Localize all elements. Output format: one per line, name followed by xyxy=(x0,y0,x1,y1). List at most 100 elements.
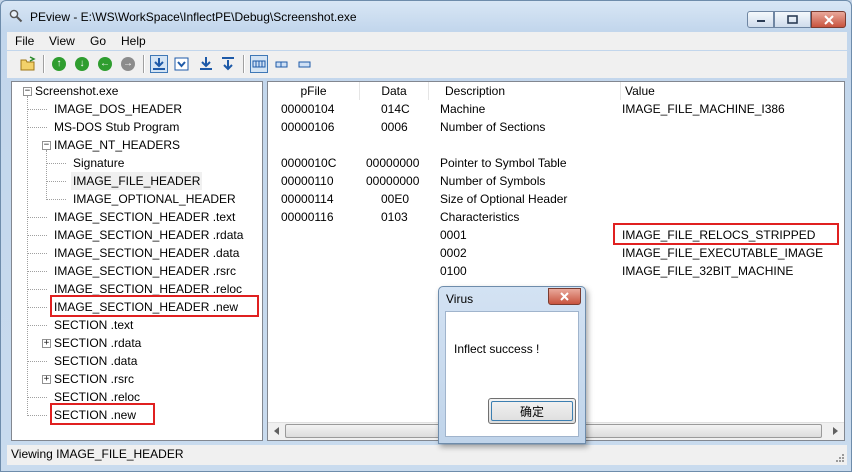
focus-ring xyxy=(491,401,573,421)
tree-item[interactable]: MS-DOS Stub Program xyxy=(52,118,181,136)
tree-line xyxy=(27,307,47,308)
view-bytes-icon[interactable] xyxy=(173,55,191,73)
tree-line xyxy=(27,415,47,416)
expand-icon[interactable]: + xyxy=(42,375,51,384)
scroll-left-icon[interactable] xyxy=(272,426,281,436)
tree-item[interactable]: SECTION .rsrc xyxy=(52,370,136,388)
view-small-icon[interactable] xyxy=(296,55,314,73)
tree-line xyxy=(27,361,47,362)
expand-icon[interactable]: + xyxy=(42,339,51,348)
cell-description: Characteristics xyxy=(440,210,520,224)
forward-icon[interactable]: ↓ xyxy=(73,55,91,73)
tree-line xyxy=(46,163,66,164)
view-hex-icon[interactable] xyxy=(150,55,168,73)
tree-item[interactable]: IMAGE_OPTIONAL_HEADER xyxy=(71,190,238,208)
cell-description: Number of Sections xyxy=(440,120,546,134)
menu-file[interactable]: File xyxy=(15,34,34,48)
tree-line xyxy=(46,181,66,182)
minimize-icon xyxy=(756,19,765,22)
cell-pfile: 0000010C xyxy=(281,156,337,170)
tree-line xyxy=(27,397,47,398)
close-icon xyxy=(823,14,834,25)
highlight-box xyxy=(50,403,155,425)
toolbar: ↑ ↓ ← → xyxy=(7,51,847,78)
tree-line xyxy=(27,96,28,416)
tree-item-selected[interactable]: IMAGE_FILE_HEADER xyxy=(71,172,203,190)
tree-line xyxy=(27,109,47,110)
column-header-description[interactable]: Description xyxy=(429,82,621,100)
window-title: PEview - E:\WS\WorkSpace\InflectPE\Debug… xyxy=(30,10,357,24)
cell-data: 00000000 xyxy=(366,174,420,188)
tree-item[interactable]: IMAGE_DOS_HEADER xyxy=(52,100,184,118)
back-icon[interactable]: ↑ xyxy=(50,55,68,73)
resize-grip-icon[interactable] xyxy=(834,452,845,463)
next-icon[interactable]: → xyxy=(119,55,137,73)
open-folder-icon[interactable] xyxy=(19,55,37,73)
status-text: Viewing IMAGE_FILE_HEADER xyxy=(11,447,184,461)
tree-item[interactable]: IMAGE_SECTION_HEADER .data xyxy=(52,244,241,262)
cell-data: 00E0 xyxy=(381,192,410,206)
tree-item[interactable]: SECTION .data xyxy=(52,352,139,370)
cell-pfile: 00000110 xyxy=(281,174,334,188)
collapse-icon[interactable]: − xyxy=(23,87,32,96)
view-dwords-icon[interactable] xyxy=(219,55,237,73)
menu-help[interactable]: Help xyxy=(121,34,146,48)
cell-value: IMAGE_FILE_MACHINE_I386 xyxy=(622,102,785,116)
close-button[interactable] xyxy=(811,11,846,28)
menu-bar: File View Go Help xyxy=(7,32,847,50)
minimize-button[interactable] xyxy=(747,11,774,28)
cell-pfile: 00000106 xyxy=(281,120,335,134)
tree-line xyxy=(27,289,47,290)
highlight-box xyxy=(50,295,259,317)
cell-data: 0006 xyxy=(381,120,408,134)
tree-line xyxy=(27,235,47,236)
collapse-icon[interactable]: − xyxy=(42,141,51,150)
magnifier-app-icon xyxy=(9,9,23,23)
dialog-close-button[interactable] xyxy=(548,288,581,305)
view-words-icon[interactable] xyxy=(197,55,215,73)
cell-data: 00000000 xyxy=(366,156,420,170)
tree-item[interactable]: SECTION .rdata xyxy=(52,334,143,352)
tree-item-root[interactable]: Screenshot.exe xyxy=(33,82,120,100)
tree-line xyxy=(27,217,47,218)
toolbar-separator xyxy=(143,55,145,73)
cell-description: 0001 xyxy=(440,228,467,242)
main-window: PEview - E:\WS\WorkSpace\InflectPE\Debug… xyxy=(0,0,852,472)
tree-item[interactable]: IMAGE_NT_HEADERS xyxy=(52,136,182,154)
maximize-button[interactable] xyxy=(774,11,811,28)
tree-view[interactable]: − − + + Screenshot.exe IMAGE_DOS_HEADER … xyxy=(11,81,263,441)
previous-icon[interactable]: ← xyxy=(96,55,114,73)
tree-line xyxy=(46,150,47,200)
column-header-value[interactable]: Value xyxy=(621,82,844,100)
menu-go[interactable]: Go xyxy=(90,34,106,48)
cell-pfile: 00000104 xyxy=(281,102,335,116)
cell-pfile: 00000116 xyxy=(281,210,334,224)
tree-line xyxy=(46,199,66,200)
cell-data: 0103 xyxy=(381,210,408,224)
cell-pfile: 00000114 xyxy=(281,192,334,206)
view-details-icon[interactable] xyxy=(250,55,268,73)
close-icon xyxy=(560,292,569,301)
tree-item[interactable]: SECTION .text xyxy=(52,316,135,334)
scroll-right-icon[interactable] xyxy=(831,426,840,436)
cell-description: 0100 xyxy=(440,264,467,278)
tree-item[interactable]: IMAGE_SECTION_HEADER .rdata xyxy=(52,226,245,244)
dialog-body: Inflect success ! 确定 xyxy=(445,311,579,437)
title-bar[interactable]: PEview - E:\WS\WorkSpace\InflectPE\Debug… xyxy=(1,1,851,31)
cell-description: Size of Optional Header xyxy=(440,192,568,206)
virus-dialog: Virus Inflect success ! 确定 xyxy=(438,286,586,444)
menu-view[interactable]: View xyxy=(49,34,75,48)
tree-item[interactable]: IMAGE_SECTION_HEADER .text xyxy=(52,208,237,226)
view-list-icon[interactable] xyxy=(273,55,291,73)
cell-data: 014C xyxy=(381,102,410,116)
tree-line xyxy=(27,271,47,272)
column-header-pfile[interactable]: pFile xyxy=(268,82,360,100)
highlight-box xyxy=(613,223,839,245)
tree-item[interactable]: Signature xyxy=(71,154,126,172)
column-header-data[interactable]: Data xyxy=(360,82,429,100)
toolbar-separator xyxy=(243,55,245,73)
toolbar-separator xyxy=(43,55,45,73)
cell-value: IMAGE_FILE_32BIT_MACHINE xyxy=(622,264,794,278)
ok-button[interactable]: 确定 xyxy=(488,398,576,424)
tree-item[interactable]: IMAGE_SECTION_HEADER .rsrc xyxy=(52,262,238,280)
